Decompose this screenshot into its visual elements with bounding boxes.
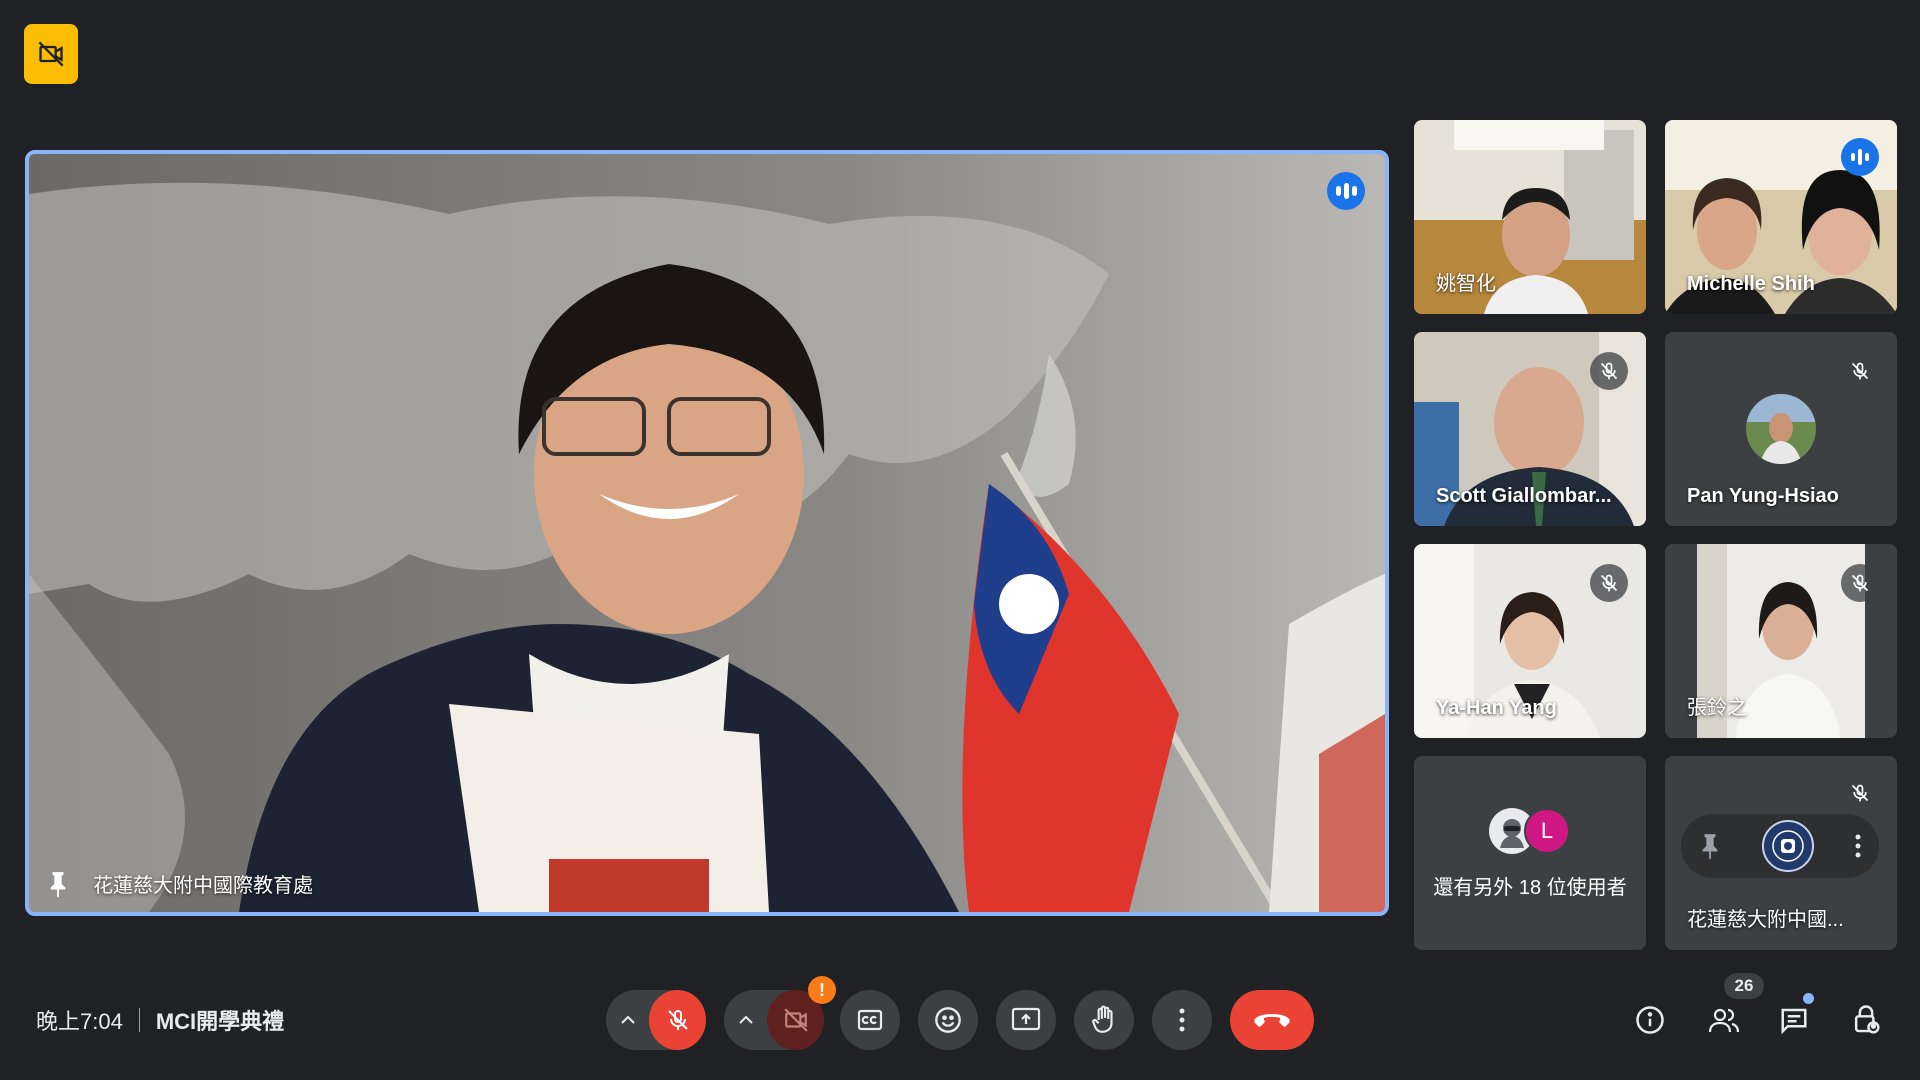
more-vert-icon [1179,1008,1185,1032]
participant-tile[interactable]: Pan Yung-Hsiao [1665,332,1897,526]
mic-off-icon [1851,362,1869,380]
mic-off-icon [1851,574,1869,592]
mic-toggle-button[interactable] [649,990,706,1050]
more-participants-label: 還有另外 18 位使用者 [1433,877,1627,899]
tile-hover-controls [1681,814,1879,878]
chat-notification-dot [1803,993,1814,1004]
participant-tile[interactable]: Michelle Shih [1665,120,1897,314]
chat-icon [1781,1008,1807,1035]
muted-indicator [1841,564,1879,602]
camera-off-icon [38,41,64,67]
main-speaker-tile[interactable]: 花蓮慈大附中國際教育處 [25,150,1389,916]
warning-badge: ! [808,976,836,1004]
participant-tile[interactable]: 張鈴之 [1665,544,1897,738]
participant-name: 花蓮慈大附中國... [1687,909,1844,931]
participant-name: Michelle Shih [1687,273,1815,295]
speaking-indicator [1841,138,1879,176]
participant-name: Ya-Han Yang [1436,697,1557,719]
participant-name: 張鈴之 [1687,697,1747,719]
participant-name: Scott Giallombar... [1436,485,1612,507]
main-speaker-label: 花蓮慈大附中國際教育處 [47,869,313,898]
hand-icon [1092,1005,1113,1033]
more-options-button[interactable] [1152,990,1212,1050]
chevron-up-icon [738,1015,753,1024]
camera-toggle-button[interactable]: ! [767,976,836,1050]
mic-off-icon [1851,784,1869,802]
participant-tile[interactable]: Ya-Han Yang [1414,544,1646,738]
emoji-icon [935,1007,961,1033]
more-participants-tile[interactable]: L 還有另外 18 位使用者 [1414,756,1646,950]
speaking-indicator [1327,172,1365,210]
muted-indicator [1590,352,1628,390]
lock-person-icon [1854,1005,1880,1034]
divider [138,1008,140,1032]
info-icon [1636,1006,1664,1034]
participant-tile[interactable]: 姚智化 [1414,120,1646,314]
present-button[interactable] [996,990,1056,1050]
people-button[interactable] [1698,994,1750,1046]
people-icon [1708,1008,1740,1033]
raise-hand-button[interactable] [1074,990,1134,1050]
meeting-info: 晚上7:04 MCI開學典禮 [36,1004,284,1036]
pin-icon[interactable] [47,870,69,898]
camera-control: ! [724,976,836,1050]
muted-indicator [1841,774,1879,812]
camera-off-icon [784,1008,808,1032]
participant-avatar [1746,394,1816,464]
participant-name: Pan Yung-Hsiao [1687,485,1839,507]
present-screen-icon [1011,1007,1041,1031]
reactions-button[interactable] [918,990,978,1050]
mic-off-icon [1600,574,1618,592]
muted-indicator [1841,352,1879,390]
muted-indicator [1590,564,1628,602]
participant-count-badge: 26 [1724,973,1764,999]
video-off-badge[interactable] [24,24,78,84]
closed-captions-icon [857,1009,883,1031]
mic-options-button[interactable] [606,990,649,1050]
captions-button[interactable] [840,990,900,1050]
speaker-video [29,154,1385,912]
mic-off-icon [1600,362,1618,380]
meeting-details-button[interactable] [1624,994,1676,1046]
participant-tile[interactable]: Scott Giallombar... [1414,332,1646,526]
mic-off-icon [667,1010,688,1030]
main-speaker-name: 花蓮慈大附中國際教育處 [93,875,313,897]
hang-up-icon [1254,1014,1290,1027]
camera-options-button[interactable] [724,990,767,1050]
leave-call-button[interactable] [1230,990,1314,1050]
pin-icon[interactable] [1699,832,1721,860]
chevron-up-icon [620,1015,635,1024]
more-vert-icon[interactable] [1855,834,1861,858]
participant-avatar-letter: L [1524,808,1570,854]
mic-control [606,990,706,1050]
participant-name: 姚智化 [1436,273,1496,295]
participant-tile[interactable]: 花蓮慈大附中國... [1665,756,1897,950]
school-logo-avatar [1762,820,1814,872]
meeting-time: 晚上7:04 [36,1009,123,1034]
meeting-title: MCI開學典禮 [155,1009,285,1034]
host-controls-button[interactable] [1840,994,1892,1046]
